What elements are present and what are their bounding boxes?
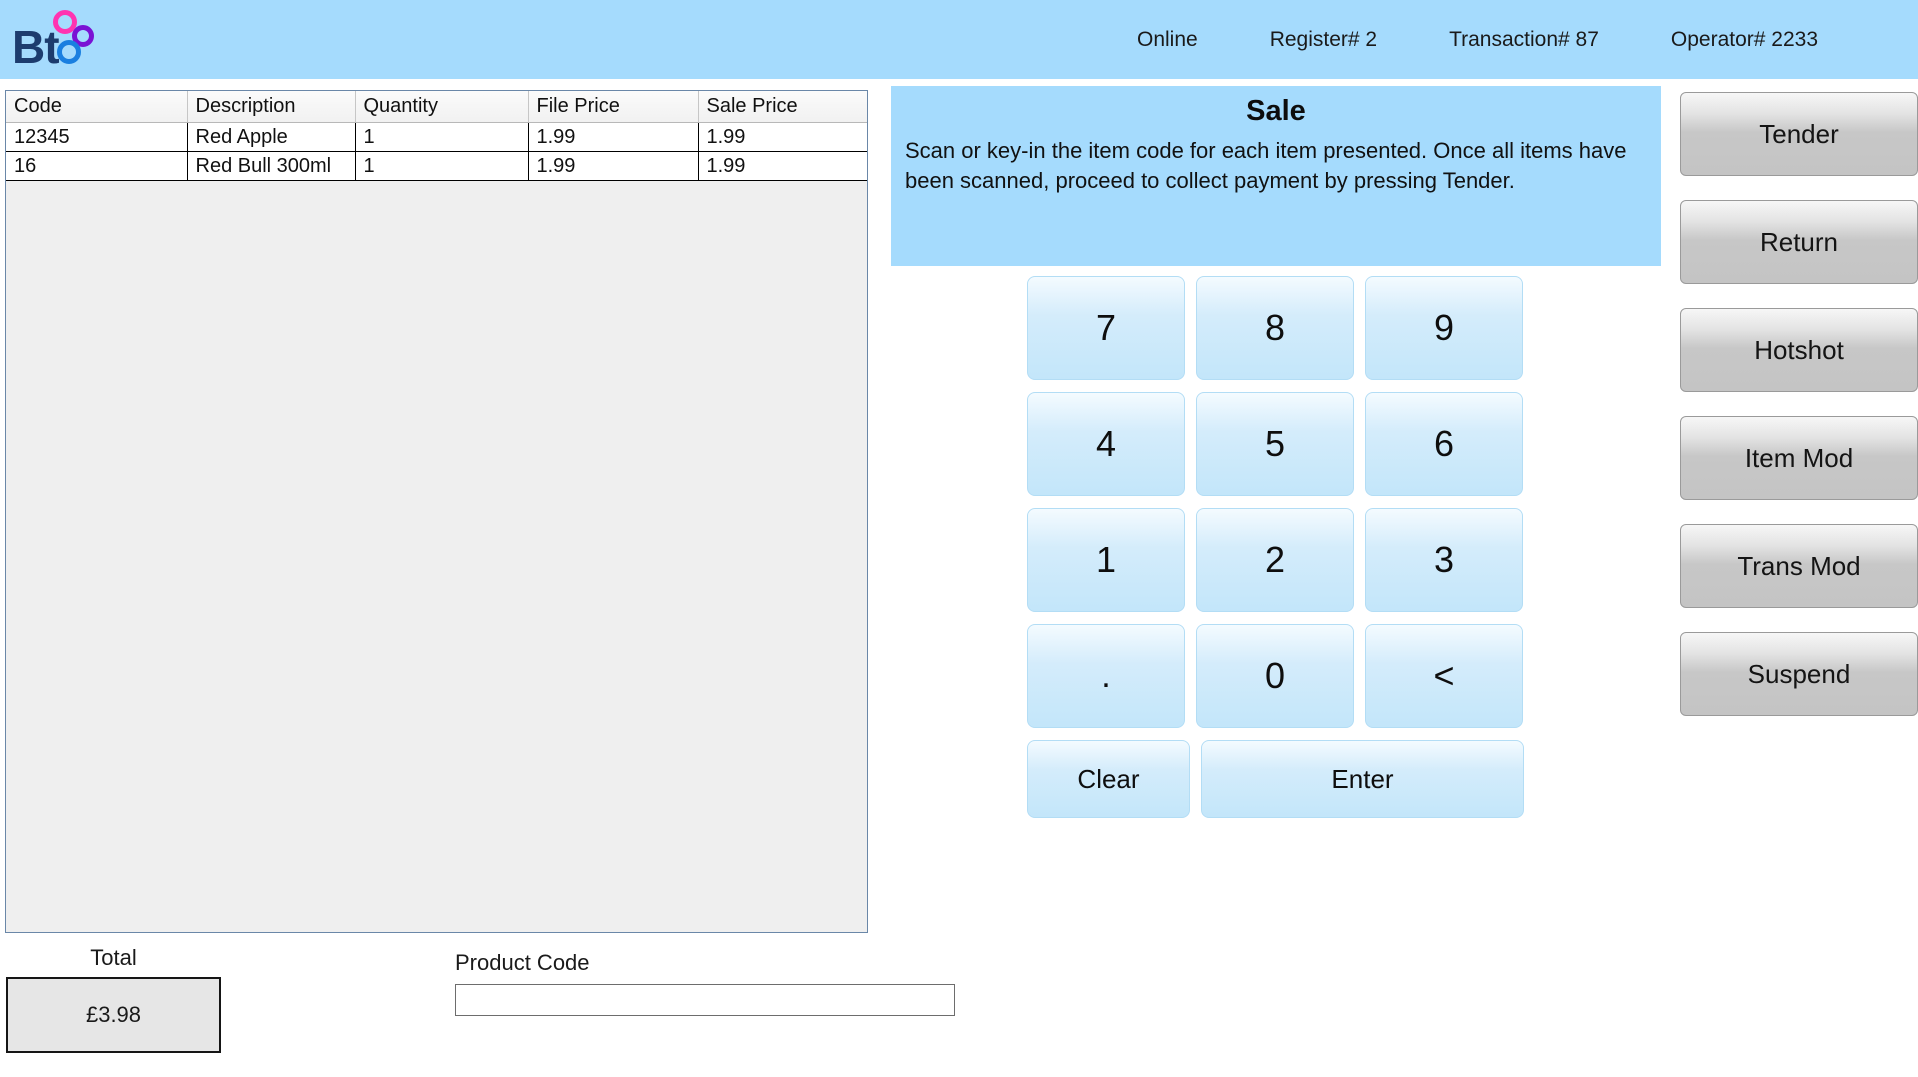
function-button-panel: Tender Return Hotshot Item Mod Trans Mod… (1680, 92, 1918, 740)
key-backspace-icon[interactable]: < (1365, 624, 1523, 728)
suspend-button[interactable]: Suspend (1680, 632, 1918, 716)
hotshot-button[interactable]: Hotshot (1680, 308, 1918, 392)
cell-sale-price: 1.99 (698, 151, 867, 181)
keypad-row-1: 7 8 9 (1027, 276, 1524, 380)
keypad-row-3: 1 2 3 (1027, 508, 1524, 612)
cell-file-price: 1.99 (528, 122, 699, 152)
cell-code: 16 (6, 151, 188, 181)
column-header-sale-price: Sale Price (698, 91, 867, 123)
key-3[interactable]: 3 (1365, 508, 1523, 612)
column-header-file-price: File Price (528, 91, 699, 123)
trans-mod-button[interactable]: Trans Mod (1680, 524, 1918, 608)
key-decimal-point[interactable]: . (1027, 624, 1185, 728)
cell-description: Red Apple (187, 122, 356, 152)
header-status-area: Online Register# 2 Transaction# 87 Opera… (1137, 0, 1918, 79)
key-6[interactable]: 6 (1365, 392, 1523, 496)
table-row[interactable]: 12345 Red Apple 1 1.99 1.99 (6, 122, 867, 152)
item-list-panel[interactable]: Code Description Quantity File Price Sal… (5, 90, 868, 933)
app-header: Bt Online Register# 2 Transaction# 87 Op… (0, 0, 1918, 79)
status-operator-number: Operator# 2233 (1670, 27, 1818, 51)
tender-button[interactable]: Tender (1680, 92, 1918, 176)
key-9[interactable]: 9 (1365, 276, 1523, 380)
keypad-row-5: Clear Enter (1027, 740, 1524, 818)
table-header-row: Code Description Quantity File Price Sal… (6, 91, 867, 123)
item-mod-button[interactable]: Item Mod (1680, 416, 1918, 500)
product-code-label: Product Code (455, 950, 590, 975)
key-1[interactable]: 1 (1027, 508, 1185, 612)
cell-quantity: 1 (355, 151, 529, 181)
item-list-table: Code Description Quantity File Price Sal… (6, 91, 867, 181)
sale-panel-instructions: Scan or key-in the item code for each it… (905, 137, 1627, 193)
clear-button[interactable]: Clear (1027, 740, 1190, 818)
keypad-row-4: . 0 < (1027, 624, 1524, 728)
column-header-quantity: Quantity (355, 91, 529, 123)
table-row[interactable]: 16 Red Bull 300ml 1 1.99 1.99 (6, 151, 867, 181)
column-header-description: Description (187, 91, 356, 123)
return-button[interactable]: Return (1680, 200, 1918, 284)
key-8[interactable]: 8 (1196, 276, 1354, 380)
total-value-box: £3.98 (6, 977, 221, 1053)
logo-wordmark: Bt (12, 21, 60, 73)
key-4[interactable]: 4 (1027, 392, 1185, 496)
cell-file-price: 1.99 (528, 151, 699, 181)
status-online: Online (1136, 27, 1198, 51)
status-register-number: Register# 2 (1269, 27, 1378, 51)
key-7[interactable]: 7 (1027, 276, 1185, 380)
app-logo: Bt (10, 6, 120, 72)
product-code-input[interactable] (455, 984, 955, 1016)
key-2[interactable]: 2 (1196, 508, 1354, 612)
numeric-keypad: 7 8 9 4 5 6 1 2 3 . 0 < Clear Enter (1027, 276, 1524, 830)
enter-button[interactable]: Enter (1201, 740, 1524, 818)
cell-sale-price: 1.99 (698, 122, 867, 152)
logo-blue-circle-icon (57, 40, 81, 64)
key-0[interactable]: 0 (1196, 624, 1354, 728)
cell-description: Red Bull 300ml (187, 151, 356, 181)
keypad-row-2: 4 5 6 (1027, 392, 1524, 496)
key-5[interactable]: 5 (1196, 392, 1354, 496)
sale-panel-title: Sale (1246, 95, 1306, 127)
cell-quantity: 1 (355, 122, 529, 152)
sale-info-panel: Sale Scan or key-in the item code for ea… (891, 86, 1661, 266)
total-label: Total (90, 945, 137, 970)
cell-code: 12345 (6, 122, 188, 152)
column-header-code: Code (6, 91, 188, 123)
status-transaction-number: Transaction# 87 (1449, 27, 1599, 51)
